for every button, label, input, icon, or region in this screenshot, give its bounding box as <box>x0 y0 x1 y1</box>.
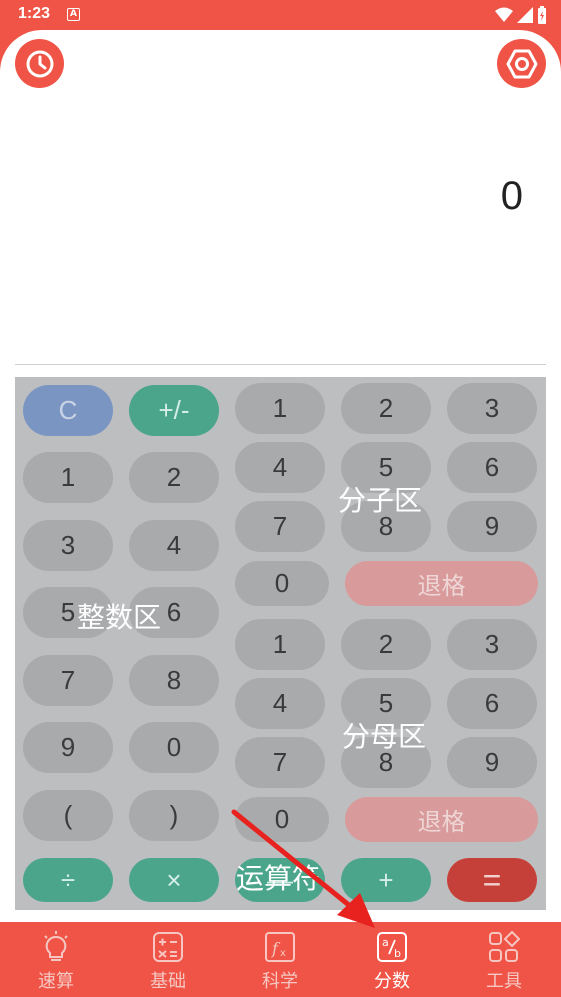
tab-scientific[interactable]: fx 科学 <box>224 922 336 997</box>
integer-key-6[interactable]: 6 <box>129 587 219 638</box>
display-panel <box>0 30 561 370</box>
denominator-key-5[interactable]: 5 <box>341 678 431 729</box>
subtract-button[interactable]: — <box>235 858 325 902</box>
settings-button[interactable] <box>497 39 546 88</box>
denominator-key-6[interactable]: 6 <box>447 678 537 729</box>
signal-icon <box>517 7 533 23</box>
tab-label: 科学 <box>262 971 298 992</box>
numerator-key-6[interactable]: 6 <box>447 442 537 493</box>
integer-key-8[interactable]: 8 <box>129 655 219 706</box>
tab-basic[interactable]: 基础 <box>112 922 224 997</box>
numerator-key-4[interactable]: 4 <box>235 442 325 493</box>
system-icons <box>495 6 547 24</box>
numerator-key-0[interactable]: 0 <box>235 561 329 606</box>
integer-key-0[interactable]: 0 <box>129 722 219 773</box>
integer-key-3[interactable]: 3 <box>23 520 113 571</box>
lightbulb-icon <box>39 930 73 964</box>
svg-text:x: x <box>280 948 286 959</box>
add-button[interactable]: + <box>341 858 431 902</box>
history-button[interactable] <box>15 39 64 88</box>
calculator-icon <box>151 930 185 964</box>
function-icon: fx <box>263 930 297 964</box>
numerator-key-5[interactable]: 5 <box>341 442 431 493</box>
sign-toggle-button[interactable]: +/- <box>129 385 219 436</box>
numerator-key-7[interactable]: 7 <box>235 501 325 552</box>
tab-label: 工具 <box>486 971 522 992</box>
tab-fraction[interactable]: ab 分数 <box>336 922 448 997</box>
keypad: C +/- 1 2 3 4 5 6 7 8 9 0 ( ) 1 2 3 4 5 … <box>15 377 546 910</box>
numerator-backspace-button[interactable]: 退格 <box>345 561 538 606</box>
status-time: 1:23 <box>18 5 51 22</box>
integer-key-9[interactable]: 9 <box>23 722 113 773</box>
tab-quick-calc[interactable]: 速算 <box>0 922 112 997</box>
status-bar: 1:23 A <box>0 0 561 30</box>
settings-icon <box>506 49 537 78</box>
multiply-button[interactable]: × <box>129 858 219 902</box>
integer-key-2[interactable]: 2 <box>129 452 219 503</box>
fraction-icon: ab <box>375 930 409 964</box>
integer-key-4[interactable]: 4 <box>129 520 219 571</box>
tab-label: 速算 <box>38 971 74 992</box>
right-paren-button[interactable]: ) <box>129 790 219 841</box>
bottom-tab-bar: 速算 基础 fx 科学 ab 分数 工具 <box>0 922 561 997</box>
display-divider <box>15 364 546 365</box>
denominator-key-8[interactable]: 8 <box>341 737 431 788</box>
tab-label: 分数 <box>374 971 410 992</box>
integer-key-1[interactable]: 1 <box>23 452 113 503</box>
numerator-key-3[interactable]: 3 <box>447 383 537 434</box>
tab-label: 基础 <box>150 971 186 992</box>
clock-icon <box>26 50 53 77</box>
denominator-key-7[interactable]: 7 <box>235 737 325 788</box>
denominator-key-1[interactable]: 1 <box>235 619 325 670</box>
integer-key-5[interactable]: 5 <box>23 587 113 638</box>
equals-button[interactable]: = <box>447 858 537 902</box>
denominator-key-3[interactable]: 3 <box>447 619 537 670</box>
result-display: 0 <box>500 174 523 218</box>
svg-text:b: b <box>394 947 401 960</box>
denominator-key-2[interactable]: 2 <box>341 619 431 670</box>
svg-text:a: a <box>382 936 389 949</box>
denominator-backspace-button[interactable]: 退格 <box>345 797 538 842</box>
grid-icon <box>487 930 521 964</box>
denominator-key-9[interactable]: 9 <box>447 737 537 788</box>
denominator-key-4[interactable]: 4 <box>235 678 325 729</box>
numerator-key-2[interactable]: 2 <box>341 383 431 434</box>
battery-icon <box>538 6 546 24</box>
integer-key-7[interactable]: 7 <box>23 655 113 706</box>
denominator-key-0[interactable]: 0 <box>235 797 329 842</box>
left-paren-button[interactable]: ( <box>23 790 113 841</box>
numerator-key-1[interactable]: 1 <box>235 383 325 434</box>
notification-icon: A <box>67 8 80 21</box>
numerator-key-8[interactable]: 8 <box>341 501 431 552</box>
clear-button[interactable]: C <box>23 385 113 436</box>
divide-button[interactable]: ÷ <box>23 858 113 902</box>
numerator-key-9[interactable]: 9 <box>447 501 537 552</box>
wifi-icon <box>495 7 513 22</box>
tab-tools[interactable]: 工具 <box>448 922 560 997</box>
